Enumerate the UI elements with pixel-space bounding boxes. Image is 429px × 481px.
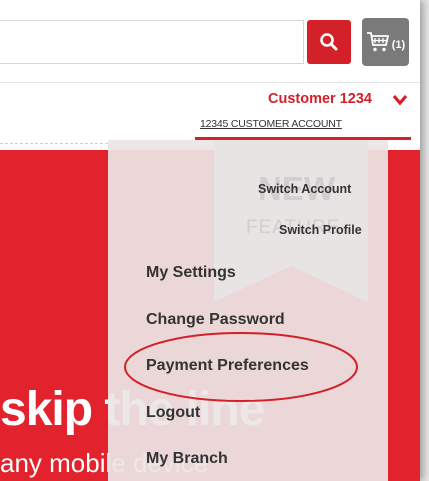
cart-count-badge: (1)	[391, 39, 406, 51]
chevron-down-icon[interactable]	[392, 94, 408, 106]
menu-item-my-branch[interactable]: My Branch	[146, 450, 228, 468]
page-frame: (1) Customer 1234 12345 CUSTOMER ACCOUNT…	[0, 0, 420, 481]
search-input[interactable]	[0, 20, 304, 64]
header-divider	[0, 82, 420, 83]
search-button[interactable]	[307, 20, 351, 64]
menu-item-my-settings[interactable]: My Settings	[146, 264, 236, 282]
menu-item-switch-profile[interactable]: Switch Profile	[279, 223, 362, 237]
customer-account-link[interactable]: 12345 CUSTOMER ACCOUNT	[200, 118, 342, 130]
menu-item-change-password[interactable]: Change Password	[146, 311, 285, 329]
search-icon	[320, 33, 338, 51]
customer-name-link[interactable]: Customer 1234	[268, 91, 372, 107]
dashed-divider	[0, 143, 108, 144]
menu-item-switch-account[interactable]: Switch Account	[258, 182, 351, 196]
highlight-oval	[124, 332, 358, 402]
cart-icon	[366, 32, 389, 52]
menu-item-logout[interactable]: Logout	[146, 404, 200, 422]
cart-button[interactable]: (1)	[362, 18, 409, 66]
